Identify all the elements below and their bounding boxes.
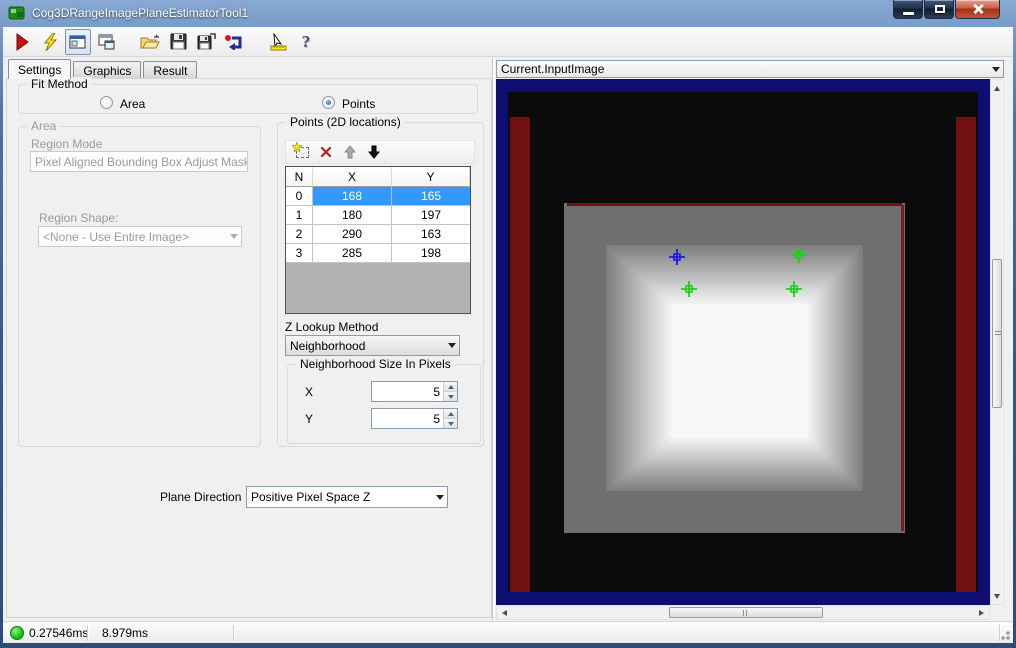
point-marker[interactable] [681, 281, 697, 297]
status-ok-icon [10, 626, 24, 640]
minimize-icon [903, 12, 914, 15]
point-marker[interactable] [786, 281, 802, 297]
range-image-red-band-left [510, 117, 530, 592]
image-source-select[interactable]: Current.InputImage [496, 60, 1004, 78]
scroll-down-button[interactable] [991, 589, 1003, 604]
status-bar: 0.27546ms 8.979ms [3, 621, 1013, 643]
triangle-right-icon [979, 609, 987, 616]
pointer-ruler-icon [270, 32, 287, 50]
open-folder-icon [140, 34, 160, 48]
app-icon [8, 6, 25, 20]
triangle-down-icon [994, 593, 1000, 602]
range-image-pyramid [564, 203, 905, 533]
reset-button[interactable] [221, 29, 247, 55]
vertical-scrollbar[interactable] [990, 79, 1004, 605]
save-button[interactable] [165, 29, 191, 55]
save-as-icon [197, 33, 216, 50]
resize-grip[interactable] [997, 627, 1011, 641]
open-file-button[interactable] [137, 29, 163, 55]
vertical-scroll-thumb[interactable] [992, 259, 1002, 408]
range-image-red-band-right [956, 117, 976, 592]
maximize-icon [935, 5, 945, 13]
close-icon [972, 4, 984, 14]
pointer-tools-button[interactable] [265, 29, 291, 55]
main-toolbar: ? [3, 27, 1013, 57]
lightning-icon [43, 32, 58, 51]
run-button[interactable] [9, 29, 35, 55]
scroll-left-button[interactable] [497, 606, 511, 619]
help-icon: ? [301, 31, 311, 51]
float-pane-icon [98, 34, 115, 49]
tool-window: Cog3DRangeImagePlaneEstimatorTool1 ? Set… [0, 0, 1016, 648]
status-process-time: 0.27546ms [29, 626, 89, 640]
triangle-up-icon [994, 83, 1000, 91]
electric-run-button[interactable] [37, 29, 63, 55]
image-display-panel: Current.InputImage [3, 58, 1013, 621]
scroll-up-button[interactable] [991, 80, 1003, 95]
float-image-pane-button[interactable] [93, 29, 119, 55]
maximize-button[interactable] [924, 0, 954, 19]
point-marker[interactable] [791, 247, 807, 263]
minimize-button[interactable] [893, 0, 923, 19]
tab-settings[interactable]: Settings [8, 59, 72, 79]
status-run-time: 8.979ms [102, 626, 149, 640]
window-title: Cog3DRangeImagePlaneEstimatorTool1 [32, 6, 249, 20]
chevron-down-icon [988, 61, 1003, 77]
image-pane-icon [69, 35, 86, 48]
reset-icon [225, 35, 242, 50]
close-button[interactable] [955, 0, 1000, 19]
triangle-left-icon [499, 609, 507, 616]
save-icon [170, 33, 186, 50]
save-as-button[interactable] [193, 29, 219, 55]
show-image-pane-button[interactable] [65, 28, 91, 55]
run-icon [16, 32, 29, 51]
scroll-right-button[interactable] [975, 606, 989, 619]
title-bar[interactable]: Cog3DRangeImagePlaneEstimatorTool1 [0, 0, 1016, 27]
horizontal-scroll-thumb[interactable] [669, 607, 823, 618]
image-viewport[interactable] [496, 79, 990, 605]
point-marker-selected[interactable] [669, 249, 685, 265]
help-button[interactable]: ? [293, 29, 319, 55]
horizontal-scrollbar[interactable] [496, 605, 990, 620]
